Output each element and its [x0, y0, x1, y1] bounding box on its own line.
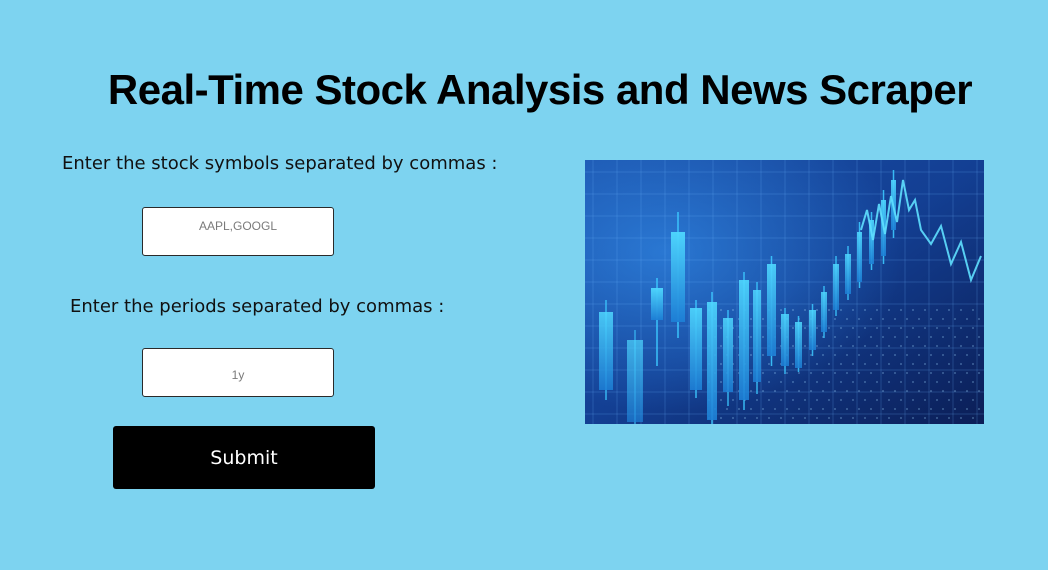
periods-label: Enter the periods separated by commas : [70, 296, 445, 317]
stock-symbols-label: Enter the stock symbols separated by com… [62, 153, 498, 174]
stock-chart-image [585, 160, 984, 424]
app-page: Real-Time Stock Analysis and News Scrape… [0, 0, 1050, 572]
submit-button[interactable]: Submit [113, 426, 375, 489]
page-title: Real-Time Stock Analysis and News Scrape… [107, 66, 973, 114]
periods-input[interactable] [142, 348, 334, 397]
stock-symbols-input[interactable] [142, 207, 334, 256]
